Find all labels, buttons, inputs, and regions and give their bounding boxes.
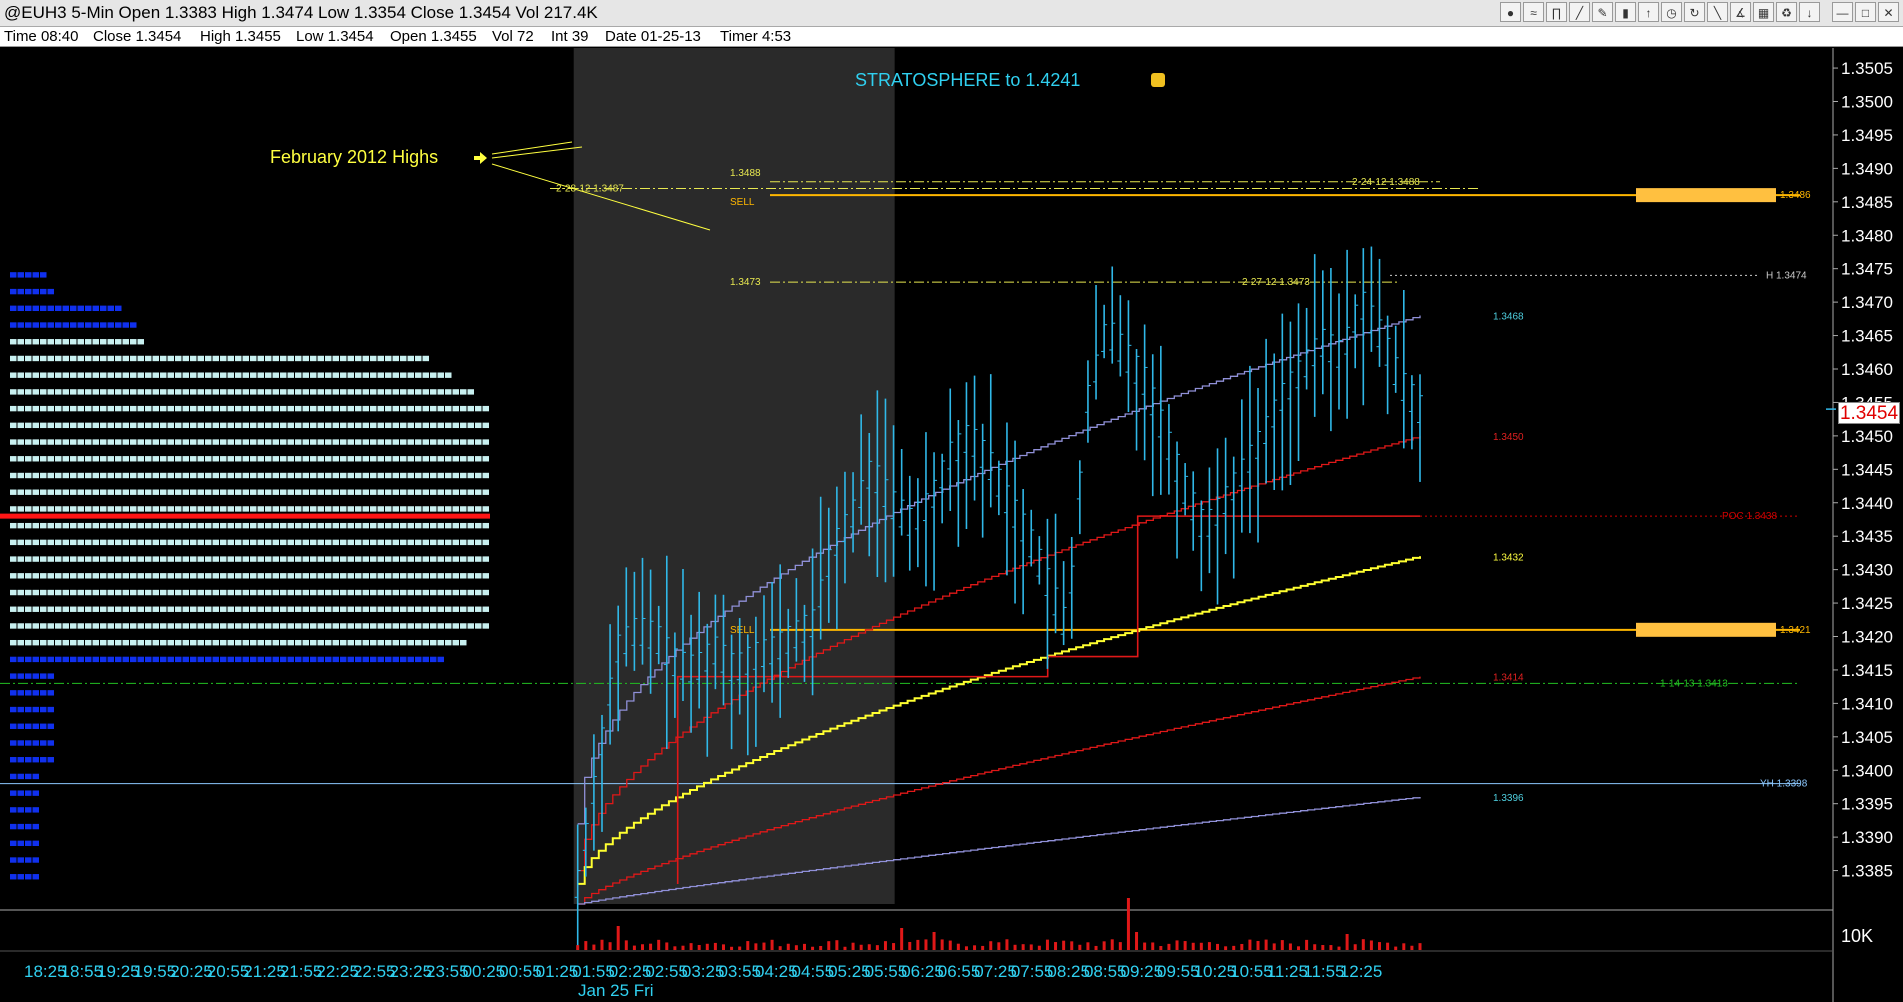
fib-icon[interactable]: ≈	[1523, 2, 1544, 22]
pointer-line	[491, 141, 573, 155]
annotation-text: February 2012 Highs	[270, 147, 438, 167]
toolbar: ● ≈ ∏ ╱ ✎ ▮ ↑ ◷ ↻ ╲ ∡ ▦ ♻ ↓ — □ ✕	[1500, 2, 1899, 24]
y-tick-label: 1.3435	[1841, 527, 1893, 546]
arrow-icon	[474, 152, 487, 164]
x-date-label: Jan 25 Fri	[578, 981, 654, 1000]
y-tick-label: 1.3405	[1841, 728, 1893, 747]
level-label-left: 1.3473	[730, 277, 761, 288]
y-tick-label: 1.3500	[1841, 93, 1893, 112]
market-profile	[0, 272, 490, 880]
last-price-marker: 1.3454	[1838, 402, 1900, 424]
level-label-right: 1.3421	[1780, 625, 1811, 636]
headline-text: STRATOSPHERE to 1.4241	[855, 70, 1080, 90]
y-tick-label: 1.3475	[1841, 260, 1893, 279]
price-chart[interactable]: 1.3488 2-24-12 1.3488 2-28-12 1.3487 SELL 1.…	[0, 46, 1903, 1002]
y-tick-label: 1.3430	[1841, 561, 1893, 580]
data-window-bar: Time 08:40 Close 1.3454 High 1.3455 Low …	[0, 27, 1903, 47]
smiley-icon	[1151, 73, 1165, 87]
sell-zone	[1636, 188, 1776, 203]
maximize-icon[interactable]: □	[1855, 2, 1876, 22]
draw-icon[interactable]: ╲	[1707, 2, 1728, 22]
grid-icon[interactable]: ▦	[1753, 2, 1774, 22]
y-tick-label: 1.3460	[1841, 360, 1893, 379]
info-vol: Vol 72	[492, 28, 534, 45]
volume-axis-label: 10K	[1841, 926, 1873, 946]
band-label: 1.3432	[1493, 552, 1524, 563]
window-title: @EUH3 5-Min Open 1.3383 High 1.3474 Low …	[4, 3, 598, 22]
y-tick-label: 1.3445	[1841, 460, 1893, 479]
info-time: Time 08:40	[4, 28, 79, 45]
y-tick-label: 1.3480	[1841, 226, 1893, 245]
info-int: Int 39	[551, 28, 589, 45]
trendline-icon[interactable]: ╱	[1569, 2, 1590, 22]
band-label: 1.3414	[1493, 673, 1524, 684]
level-label-left: 2-28-12 1.3487	[556, 183, 624, 194]
info-timer: Timer 4:53	[720, 28, 792, 45]
info-low: Low 1.3454	[296, 28, 374, 45]
y-tick-label: 1.3425	[1841, 594, 1893, 613]
fan-icon[interactable]: ∡	[1730, 2, 1751, 22]
level-label-right: H 1.3474	[1766, 270, 1807, 281]
minimize-icon[interactable]: —	[1832, 2, 1853, 22]
y-tick-label: 1.3440	[1841, 494, 1893, 513]
info-date: Date 01-25-13	[605, 28, 701, 45]
clock-icon[interactable]: ◷	[1661, 2, 1682, 22]
y-tick-label: 1.3395	[1841, 795, 1893, 814]
y-tick-label: 1.3420	[1841, 628, 1893, 647]
level-label-right: POC 1.3438	[1722, 511, 1777, 522]
y-tick-label: 1.3490	[1841, 159, 1893, 178]
trash-icon[interactable]: ♻	[1776, 2, 1797, 22]
window-titlebar: @EUH3 5-Min Open 1.3383 High 1.3474 Low …	[0, 0, 1903, 27]
y-tick-label: 1.3450	[1841, 427, 1893, 446]
pencil-icon[interactable]: ✎	[1592, 2, 1613, 22]
bar-icon[interactable]: ▮	[1615, 2, 1636, 22]
arrow-up-icon[interactable]: ↑	[1638, 2, 1659, 22]
pointer-line	[491, 146, 583, 159]
level-label-left: SELL	[730, 197, 755, 208]
volume-bars	[576, 898, 1422, 950]
band-label: 1.3450	[1493, 432, 1524, 443]
level-label-right: 2-24-12 1.3488	[1352, 177, 1420, 188]
level-label-left: SELL	[730, 625, 755, 636]
y-tick-label: 1.3400	[1841, 761, 1893, 780]
level-label-mid: 2-27-12 1.3473	[1242, 277, 1310, 288]
info-open: Open 1.3455	[390, 28, 477, 45]
y-tick-label: 1.3470	[1841, 293, 1893, 312]
y-tick-label: 1.3485	[1841, 193, 1893, 212]
y-tick-label: 1.3410	[1841, 694, 1893, 713]
y-tick-label: 1.3390	[1841, 828, 1893, 847]
band-label: 1.3396	[1493, 793, 1524, 804]
color-icon[interactable]: ●	[1500, 2, 1521, 22]
level-label-right: 1.3486	[1780, 190, 1811, 201]
cycle-icon[interactable]: ↻	[1684, 2, 1705, 22]
info-high: High 1.3455	[200, 28, 281, 45]
pitchfork-icon[interactable]: ∏	[1546, 2, 1567, 22]
sell-zone	[1636, 622, 1776, 637]
x-tick-label: 11:55	[1303, 962, 1344, 981]
y-tick-label: 1.3495	[1841, 126, 1893, 145]
y-tick-label: 1.3385	[1841, 862, 1893, 881]
y-tick-label: 1.3505	[1841, 59, 1893, 78]
close-icon[interactable]: ✕	[1878, 2, 1899, 22]
level-label-left: 1.3488	[730, 168, 761, 179]
level-label-right: YH 1.3398	[1760, 779, 1808, 790]
poc-profile-bar	[0, 513, 490, 519]
band-label: 1.3468	[1493, 312, 1524, 323]
level-label-right: 1-14-13 1.3413	[1660, 678, 1728, 689]
info-close: Close 1.3454	[93, 28, 182, 45]
y-tick-label: 1.3415	[1841, 661, 1893, 680]
y-tick-label: 1.3465	[1841, 327, 1893, 346]
down-arrow-icon[interactable]: ↓	[1799, 2, 1820, 22]
x-tick-label: 12:25	[1340, 962, 1383, 981]
x-tick-label: 11:25	[1267, 962, 1308, 981]
